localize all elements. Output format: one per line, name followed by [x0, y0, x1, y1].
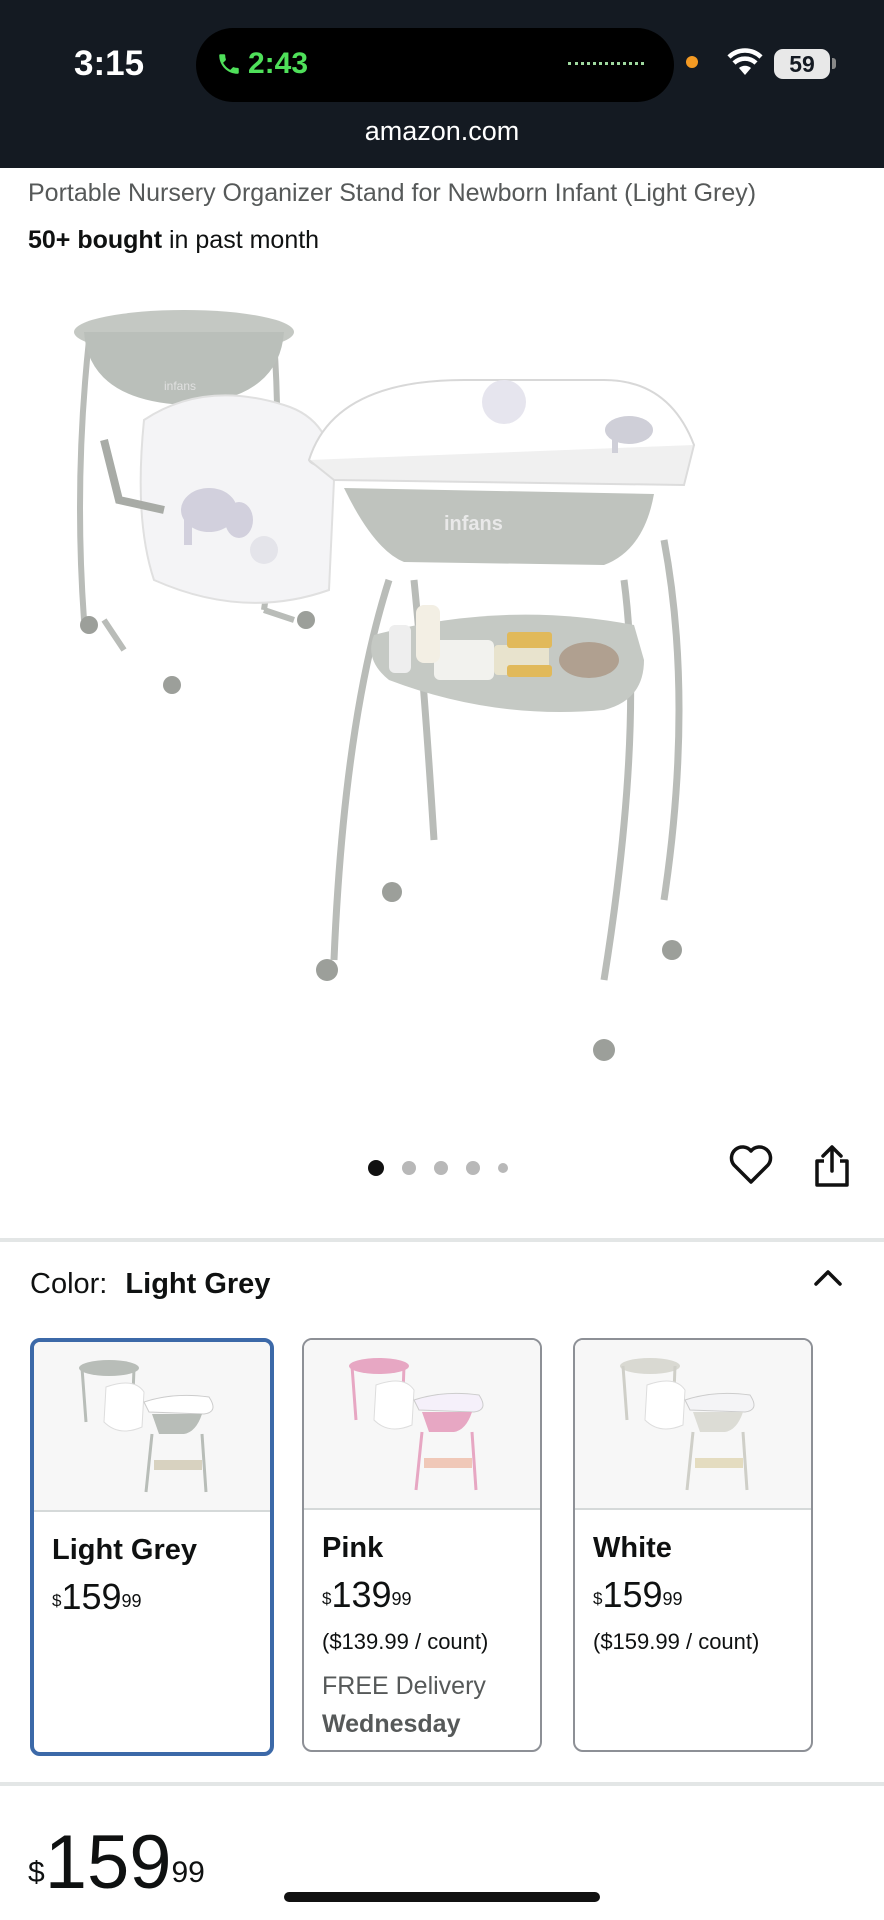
color-option-price: $15999: [593, 1574, 683, 1615]
carousel-dot[interactable]: [402, 1161, 416, 1175]
color-option-white[interactable]: White $15999 ($159.99 / count): [573, 1338, 813, 1752]
color-option-thumbnail: [575, 1340, 811, 1510]
heart-icon[interactable]: [728, 1143, 774, 1185]
color-option-unit-price: ($159.99 / count): [593, 1629, 760, 1654]
product-price: $15999: [28, 1820, 205, 1905]
product-image-front-unit: [330, 539, 683, 981]
image-carousel-dots[interactable]: [368, 1160, 508, 1176]
audio-waveform-icon: [568, 62, 644, 68]
home-indicator[interactable]: [284, 1892, 600, 1902]
product-image[interactable]: infans infans: [44, 280, 844, 1080]
carousel-dot[interactable]: [368, 1160, 384, 1176]
color-option-price: $15999: [52, 1576, 142, 1617]
color-option-pink[interactable]: Pink $13999 ($139.99 / count) FREE Deliv…: [302, 1338, 542, 1752]
thumbnail-image: [620, 1358, 755, 1491]
phone-icon: [219, 54, 239, 74]
battery-indicator: 59: [774, 49, 830, 79]
call-time: 2:43: [248, 47, 309, 80]
purchase-count: 50+ bought in past month: [28, 226, 319, 255]
battery-tip: [832, 58, 836, 69]
section-divider: [0, 1782, 884, 1786]
chevron-up-icon[interactable]: [812, 1266, 844, 1288]
purchase-count-bold: 50+ bought: [28, 226, 163, 254]
color-option-delivery: FREE Delivery Wednesday: [322, 1672, 486, 1738]
product-title[interactable]: Portable Nursery Organizer Stand for New…: [28, 179, 756, 208]
color-option-unit-price: ($139.99 / count): [322, 1629, 489, 1654]
color-label: Color:: [30, 1268, 108, 1300]
color-option-thumbnail: [34, 1342, 270, 1512]
color-selector-header[interactable]: Color: Light Grey: [30, 1268, 270, 1301]
clock: 3:15: [74, 44, 145, 83]
section-divider: [0, 1238, 884, 1242]
carousel-dot[interactable]: [434, 1161, 448, 1175]
privacy-indicator-icon: [686, 56, 698, 68]
share-icon[interactable]: [810, 1143, 854, 1189]
color-option-name: White: [593, 1532, 672, 1564]
dynamic-island[interactable]: 2:43: [196, 28, 674, 102]
color-option-price: $13999: [322, 1574, 412, 1615]
call-indicator[interactable]: 2:43: [216, 47, 308, 81]
purchase-count-rest: in past month: [162, 226, 320, 254]
status-bar: 3:15 2:43 59 amazon.com: [0, 0, 884, 168]
url-bar[interactable]: amazon.com: [0, 116, 884, 147]
carousel-dot[interactable]: [498, 1163, 508, 1173]
color-option-thumbnail: [304, 1340, 540, 1510]
color-option-name: Light Grey: [52, 1534, 198, 1566]
thumbnail-image: [349, 1358, 484, 1491]
thumbnail-image: [79, 1360, 214, 1493]
product-image-brand-front: infans: [444, 513, 503, 535]
carousel-dot[interactable]: [466, 1161, 480, 1175]
color-option-light-grey[interactable]: Light Grey $15999: [30, 1338, 274, 1756]
product-image-brand-back: infans: [164, 379, 196, 393]
color-option-name: Pink: [322, 1532, 384, 1564]
wifi-icon: [727, 48, 763, 75]
selected-color: Light Grey: [125, 1268, 271, 1300]
